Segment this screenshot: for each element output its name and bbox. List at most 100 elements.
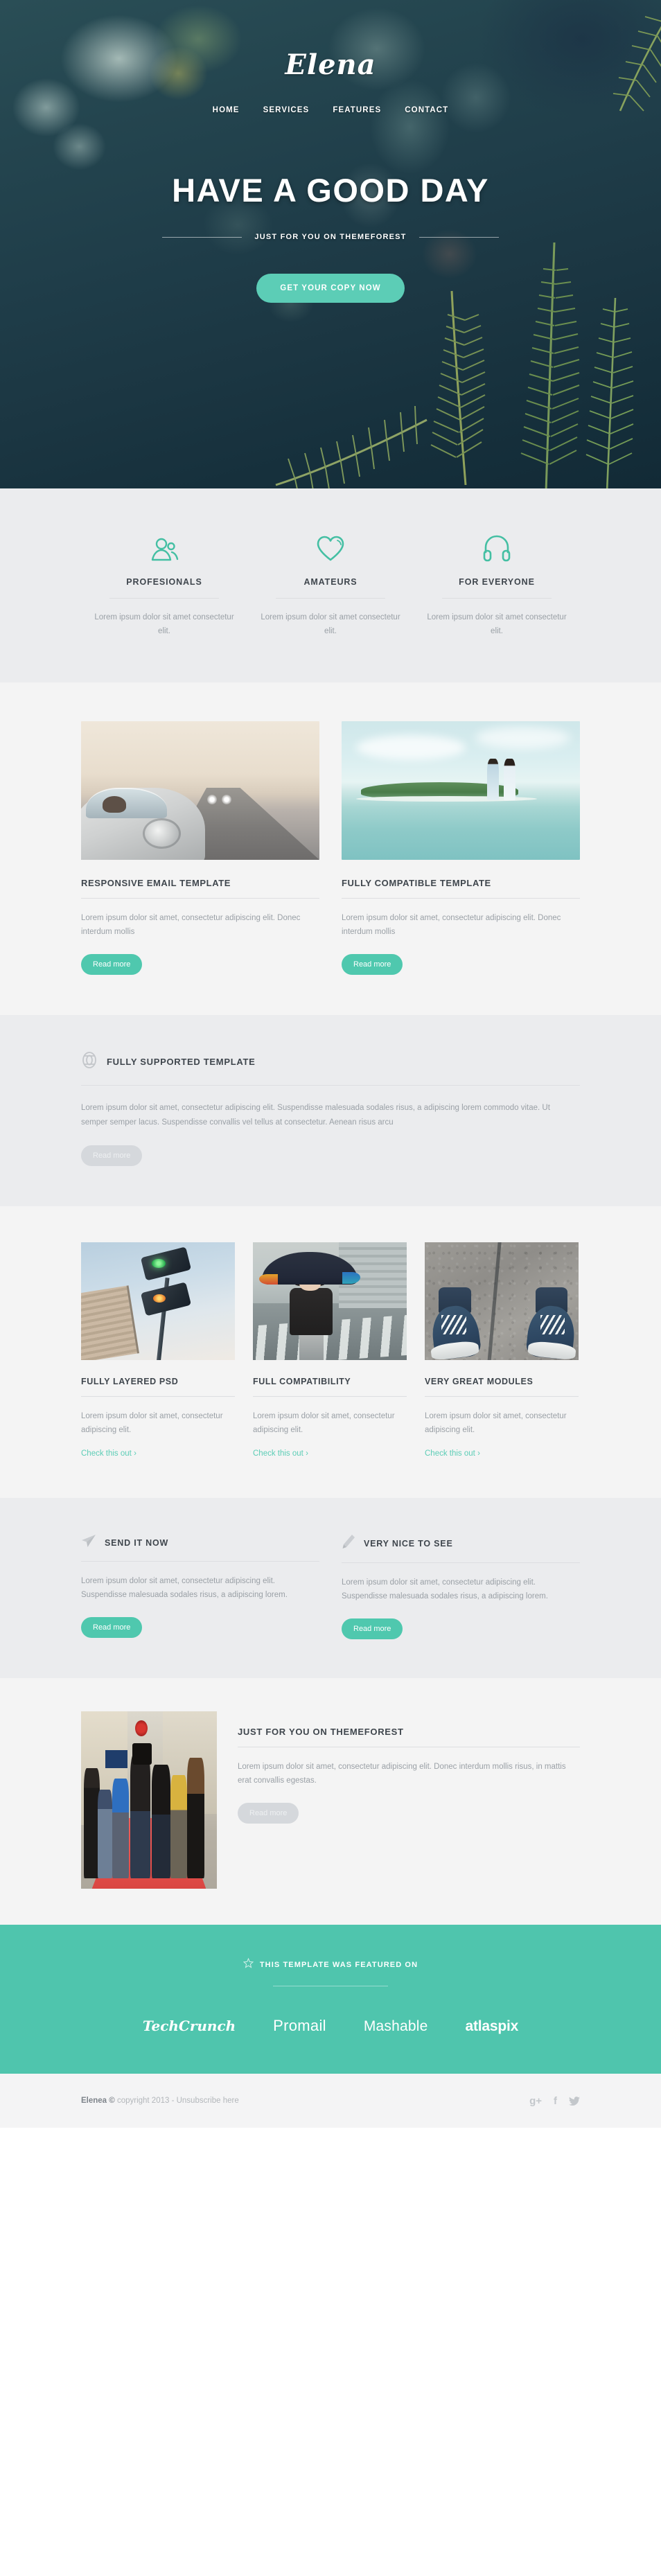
section-text: Lorem ipsum dolor sit amet, consectetur …: [238, 1763, 566, 1785]
card-text: Lorem ipsum dolor sit amet, consectetur …: [342, 914, 561, 936]
section-title: JUST FOR YOU ON THEMEFOREST: [238, 1727, 404, 1737]
feature-divider: [442, 598, 552, 599]
umbrella-girl-photo: [253, 1242, 407, 1360]
section-title: FULLY SUPPORTED TEMPLATE: [107, 1057, 256, 1067]
card-text: Lorem ipsum dolor sit amet, consectetur …: [81, 1577, 288, 1599]
card-fully-layered-psd: FULLY LAYERED PSD Lorem ipsum dolor sit …: [81, 1242, 235, 1459]
pencil-icon: [342, 1534, 355, 1553]
card-very-nice-to-see: VERY NICE TO SEE Lorem ipsum dolor sit a…: [342, 1534, 580, 1639]
paper-plane-icon: [81, 1534, 96, 1551]
card-full-compatibility: FULL COMPATIBILITY Lorem ipsum dolor sit…: [253, 1242, 407, 1459]
twitter-icon[interactable]: [568, 2095, 580, 2106]
feature-divider: [109, 598, 219, 599]
card-very-great-modules: VERY GREAT MODULES Lorem ipsum dolor sit…: [425, 1242, 579, 1459]
card-divider: [81, 1561, 319, 1562]
nav-item-contact[interactable]: CONTACT: [405, 106, 448, 114]
feature-item-amateurs: AMATEURS Lorem ipsum dolor sit amet cons…: [247, 530, 414, 638]
feature-item-professionals: PROFESIONALS Lorem ipsum dolor sit amet …: [81, 530, 247, 638]
couple-on-island-photo: [342, 721, 580, 860]
brand-logo: Elena: [285, 48, 376, 81]
lifebuoy-icon: [81, 1051, 98, 1073]
card-divider: [81, 898, 319, 899]
get-your-copy-now-button[interactable]: GET YOUR COPY NOW: [256, 274, 405, 303]
section-divider: [81, 1085, 580, 1086]
footer-copyright-text: copyright 2013 - Unsubscribe here: [114, 2097, 239, 2105]
read-more-button-disabled[interactable]: Read more: [81, 1145, 143, 1166]
brand-logos-row: TechCrunch Promail Mashable atlaspix: [0, 2017, 661, 2035]
card-text: Lorem ipsum dolor sit amet, consectetur …: [425, 1412, 567, 1434]
star-icon: [243, 1957, 254, 1972]
red-carpet-photographers-photo: [81, 1711, 217, 1889]
hero-rule-left: [162, 236, 243, 238]
features-section: PROFESIONALS Lorem ipsum dolor sit amet …: [0, 488, 661, 682]
featured-on-band: THIS TEMPLATE WAS FEATURED ON TechCrunch…: [0, 1925, 661, 2074]
card-title: SEND IT NOW: [105, 1537, 169, 1548]
hero-subtitle: JUST FOR YOU ON THEMEFOREST: [254, 233, 407, 241]
card-text: Lorem ipsum dolor sit amet, consectetur …: [253, 1412, 395, 1434]
footer-brand: Elenea ©: [81, 2097, 115, 2105]
hero-section: Elena HOME SERVICES FEATURES CONTACT HAV…: [0, 0, 661, 488]
feature-text: Lorem ipsum dolor sit amet consectetur e…: [427, 613, 567, 635]
users-icon: [89, 530, 239, 562]
card-title: FULLY LAYERED PSD: [81, 1377, 179, 1386]
card-fully-compatible-template: FULLY COMPATIBLE TEMPLATE Lorem ipsum do…: [342, 721, 580, 975]
read-more-button[interactable]: Read more: [81, 954, 143, 975]
card-send-it-now: SEND IT NOW Lorem ipsum dolor sit amet, …: [81, 1534, 319, 1639]
card-divider: [253, 1396, 407, 1397]
read-more-button[interactable]: Read more: [342, 1618, 403, 1639]
brand-logo-mashable: Mashable: [363, 2018, 428, 2034]
card-title: VERY GREAT MODULES: [425, 1377, 534, 1386]
vintage-car-on-road-photo: [81, 721, 319, 860]
traffic-light-photo: [81, 1242, 235, 1360]
brand-logo-promail: Promail: [273, 2017, 326, 2034]
main-navigation: HOME SERVICES FEATURES CONTACT: [0, 106, 661, 114]
check-this-out-link[interactable]: Check this out ›: [425, 1449, 480, 1458]
read-more-button[interactable]: Read more: [342, 954, 403, 975]
brand-logo-atlaspix: atlaspix: [465, 2018, 519, 2034]
card-title: VERY NICE TO SEE: [364, 1538, 453, 1549]
feature-title: PROFESIONALS: [126, 577, 202, 587]
pair-section: SEND IT NOW Lorem ipsum dolor sit amet, …: [0, 1498, 661, 1678]
hero-rule-right: [418, 236, 499, 238]
card-divider: [342, 898, 580, 899]
facebook-icon[interactable]: f: [554, 2096, 557, 2106]
two-column-section: RESPONSIVE EMAIL TEMPLATE Lorem ipsum do…: [0, 682, 661, 1015]
footer-copyright: Elenea © copyright 2013 - Unsubscribe he…: [81, 2097, 239, 2105]
band-title: THIS TEMPLATE WAS FEATURED ON: [259, 1961, 418, 1969]
card-divider: [81, 1396, 235, 1397]
three-column-section: FULLY LAYERED PSD Lorem ipsum dolor sit …: [0, 1206, 661, 1498]
card-text: Lorem ipsum dolor sit amet, consectetur …: [81, 914, 301, 936]
fully-supported-section: FULLY SUPPORTED TEMPLATE Lorem ipsum dol…: [0, 1015, 661, 1206]
feature-text: Lorem ipsum dolor sit amet consectetur e…: [261, 613, 400, 635]
card-responsive-email-template: RESPONSIVE EMAIL TEMPLATE Lorem ipsum do…: [81, 721, 319, 975]
feature-item-for-everyone: FOR EVERYONE Lorem ipsum dolor sit amet …: [414, 530, 580, 638]
section-text: Lorem ipsum dolor sit amet, consectetur …: [81, 1104, 550, 1127]
feature-title: AMATEURS: [303, 577, 358, 587]
card-title: RESPONSIVE EMAIL TEMPLATE: [81, 878, 231, 888]
check-this-out-link[interactable]: Check this out ›: [81, 1449, 136, 1458]
wide-feature-section: JUST FOR YOU ON THEMEFOREST Lorem ipsum …: [0, 1678, 661, 1925]
brand-logo-techcrunch: TechCrunch: [142, 2018, 236, 2034]
google-plus-icon[interactable]: g+: [529, 2096, 542, 2106]
nav-item-home[interactable]: HOME: [213, 106, 240, 114]
footer-bar: Elenea © copyright 2013 - Unsubscribe he…: [0, 2074, 661, 2128]
sneakers-photo: [425, 1242, 579, 1360]
card-divider: [342, 1562, 580, 1563]
card-title: FULLY COMPATIBLE TEMPLATE: [342, 878, 491, 888]
card-text: Lorem ipsum dolor sit amet, consectetur …: [81, 1412, 223, 1434]
heart-icon: [256, 530, 405, 562]
nav-item-features[interactable]: FEATURES: [333, 106, 381, 114]
check-this-out-link[interactable]: Check this out ›: [253, 1449, 308, 1458]
social-links: g+ f: [529, 2095, 580, 2106]
hero-title: HAVE A GOOD DAY: [172, 172, 489, 209]
feature-text: Lorem ipsum dolor sit amet consectetur e…: [94, 613, 234, 635]
card-divider: [425, 1396, 579, 1397]
read-more-button-disabled[interactable]: Read more: [238, 1803, 299, 1824]
nav-item-services[interactable]: SERVICES: [263, 106, 310, 114]
email-template-page: Elena HOME SERVICES FEATURES CONTACT HAV…: [0, 0, 661, 2128]
feature-divider: [276, 598, 385, 599]
headphones-icon: [422, 530, 572, 562]
hero-subtitle-row: JUST FOR YOU ON THEMEFOREST: [0, 233, 661, 241]
read-more-button[interactable]: Read more: [81, 1617, 143, 1638]
feature-title: FOR EVERYONE: [459, 577, 535, 587]
